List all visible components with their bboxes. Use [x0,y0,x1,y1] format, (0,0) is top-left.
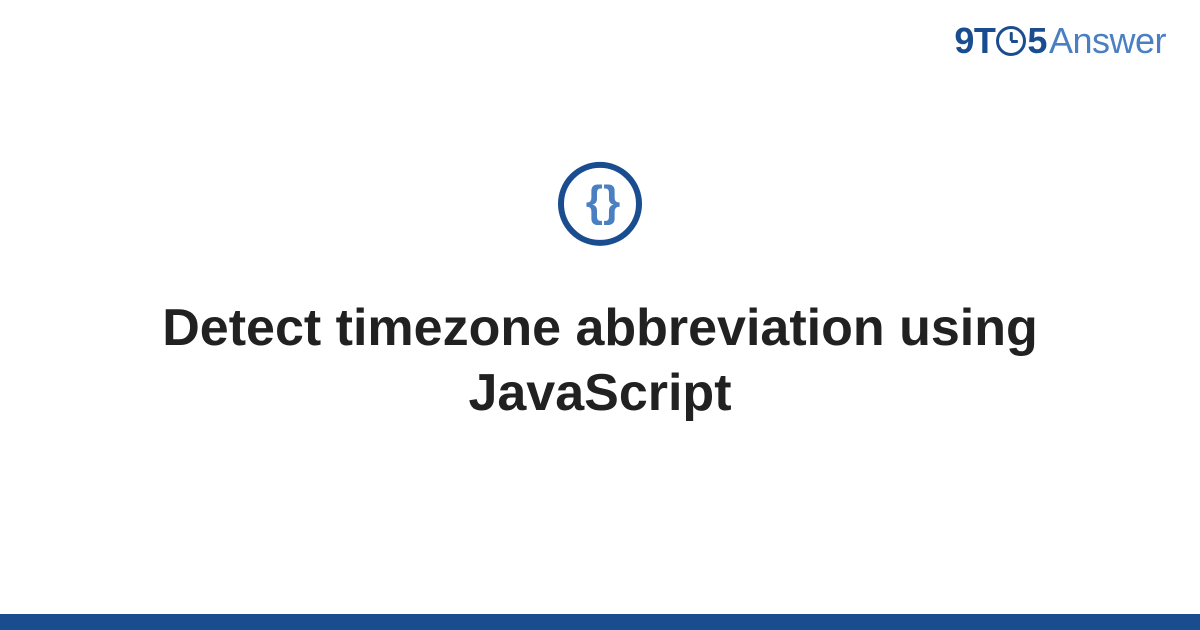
category-icon-circle: { } [558,162,642,246]
main-content: { } Detect timezone abbreviation using J… [0,162,1200,426]
clock-icon [996,26,1026,56]
logo-text-5: 5 [1027,20,1047,62]
site-logo: 9T 5 Answer [954,20,1166,62]
logo-text-9t: 9T [954,20,995,62]
code-braces-icon: { } [586,177,614,227]
footer-accent-bar [0,614,1200,630]
page-title: Detect timezone abbreviation using JavaS… [100,296,1100,426]
logo-text-answer: Answer [1049,20,1166,62]
